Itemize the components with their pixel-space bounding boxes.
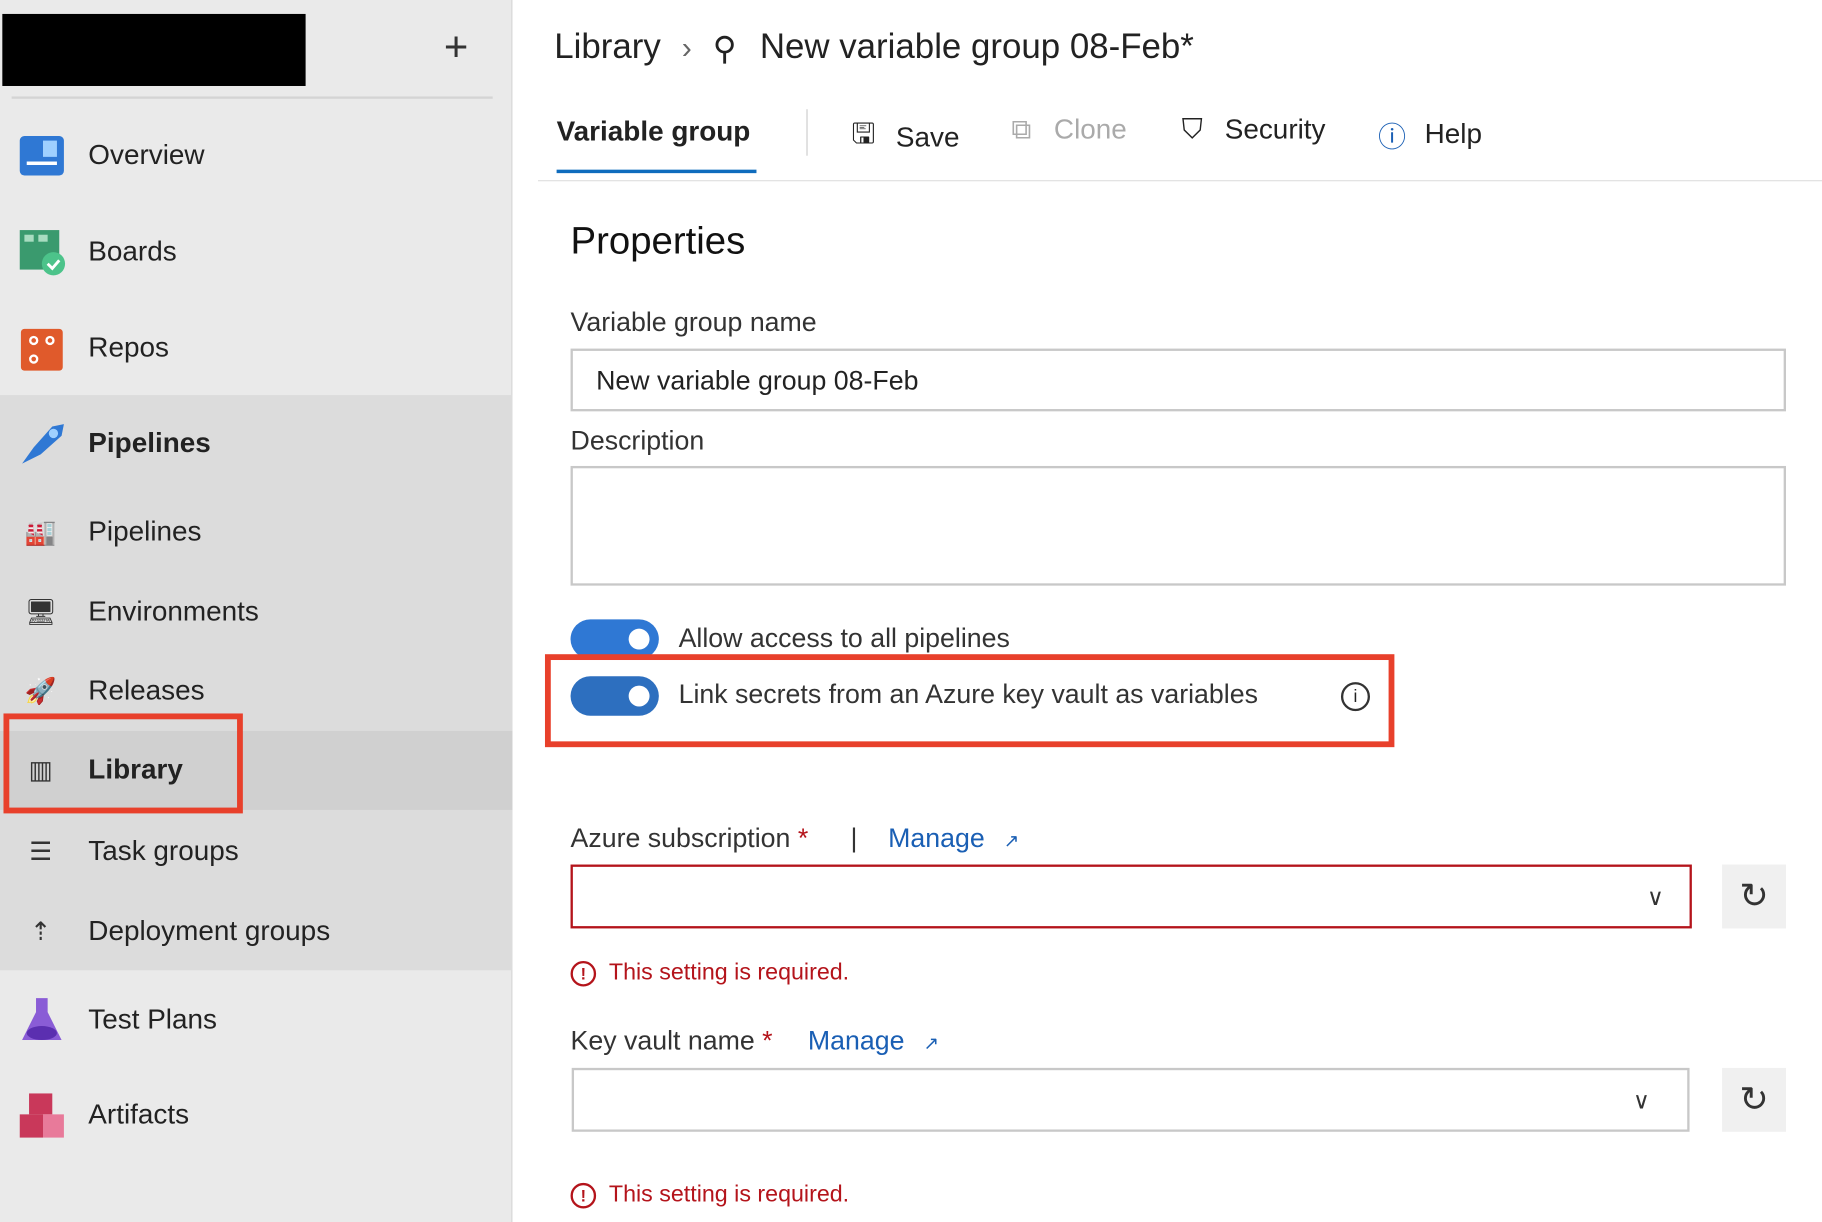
tab-variable-group[interactable]: Variable group (556, 116, 757, 174)
error-icon: ! (570, 960, 597, 986)
allow-access-label: Allow access to all pipelines (678, 622, 1010, 654)
keyvault-label: Key vault name * Manage ↗ (570, 1024, 940, 1056)
overview-icon (16, 130, 67, 181)
pipelines-icon (16, 418, 67, 469)
test-plans-icon (16, 995, 67, 1046)
main-content: Library › ⚲ New variable group 08-Feb* V… (514, 0, 1822, 1222)
environments-icon: 🖥 (24, 597, 57, 627)
allow-access-toggle[interactable] (570, 619, 659, 659)
divider (806, 109, 808, 156)
section-title: Properties (570, 218, 746, 262)
breadcrumb-library-link[interactable]: Library (554, 28, 661, 68)
subscription-label: Azure subscription * | Manage ↗ (570, 822, 1020, 853)
description-textarea[interactable] (570, 465, 1786, 586)
sidebar-item-deployment-groups[interactable]: ⇡ Deployment groups (0, 892, 512, 971)
breadcrumb: Library › ⚲ New variable group 08-Feb* (554, 28, 1194, 68)
artifacts-icon (16, 1090, 67, 1141)
chevron-right-icon: › (681, 29, 692, 65)
sidebar-item-test-plans[interactable]: Test Plans (0, 981, 512, 1060)
required-marker: * (797, 822, 809, 853)
pipelines-sub-icon: 🏭 (24, 517, 57, 547)
external-link-icon: ↗ (923, 1034, 940, 1054)
sidebar-item-repos[interactable]: Repos (0, 309, 512, 388)
chevron-down-icon: ∨ (1633, 1088, 1651, 1115)
clone-button[interactable]: ⧉ Clone (1005, 113, 1126, 147)
highlight-box-library (3, 713, 243, 814)
sidebar-item-boards[interactable]: Boards (0, 213, 512, 292)
repos-icon (16, 323, 67, 374)
org-logo-redacted (2, 13, 306, 86)
azure-subscription-dropdown[interactable]: ∨ (570, 864, 1692, 929)
name-label: Variable group name (570, 306, 817, 337)
refresh-icon: ↻ (1739, 877, 1769, 916)
sidebar-item-pipelines[interactable]: Pipelines (0, 404, 512, 483)
error-icon: ! (570, 1182, 597, 1208)
refresh-subscription-button[interactable]: ↻ (1722, 864, 1786, 929)
releases-icon: 🚀 (24, 676, 57, 706)
subscription-error: ! This setting is required. (570, 960, 849, 987)
security-button[interactable]: ⛉ Security (1176, 114, 1326, 147)
boards-icon (16, 227, 67, 278)
sidebar-item-overview[interactable]: Overview (0, 116, 512, 195)
sidebar: + Overview Boards Repos Pipelines 🏭 Pipe… (0, 0, 513, 1222)
page-title: New variable group 08-Feb* (759, 27, 1194, 67)
sidebar-item-task-groups[interactable]: ☰ Task groups (0, 812, 512, 891)
divider: | (850, 822, 858, 853)
help-icon: ⓘ (1378, 122, 1407, 154)
key-vault-dropdown[interactable]: ∨ (571, 1067, 1690, 1132)
task-groups-icon: ☰ (29, 836, 53, 866)
external-link-icon: ↗ (1003, 831, 1020, 852)
keyvault-error: ! This setting is required. (570, 1182, 849, 1209)
required-marker: * (762, 1024, 773, 1056)
save-button[interactable]: 🖫 Save (847, 114, 959, 162)
refresh-keyvault-button[interactable]: ↻ (1722, 1067, 1786, 1132)
add-icon[interactable]: + (444, 25, 468, 68)
sidebar-item-environments[interactable]: 🖥 Environments (0, 573, 512, 652)
shield-icon: ⛉ (1181, 113, 1203, 146)
variable-group-name-input[interactable]: New variable group 08-Feb (570, 348, 1786, 412)
manage-subscription-link[interactable]: Manage (888, 823, 985, 853)
deployment-groups-icon: ⇡ (29, 916, 52, 946)
sidebar-item-pipelines-sub[interactable]: 🏭 Pipelines (0, 493, 512, 572)
description-label: Description (570, 425, 705, 456)
chevron-down-icon: ∨ (1646, 885, 1664, 912)
toolbar: Variable group 🖫 Save ⧉ Clone ⛉ Security ⓘ H… (538, 98, 1822, 182)
help-button[interactable]: ⓘ Help (1376, 114, 1482, 155)
highlight-box-link-secrets (544, 654, 1395, 748)
manage-keyvault-link[interactable]: Manage (808, 1025, 905, 1055)
refresh-icon: ↻ (1739, 1080, 1769, 1120)
clone-icon: ⧉ (1011, 113, 1032, 146)
sidebar-item-artifacts[interactable]: Artifacts (0, 1076, 512, 1155)
save-icon: 🖫 (851, 118, 876, 150)
variable-group-icon: ⚲ (712, 29, 737, 66)
divider (11, 96, 493, 99)
